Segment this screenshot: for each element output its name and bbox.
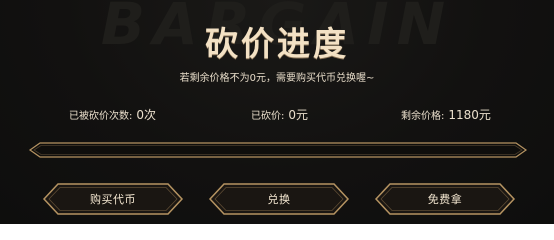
buy-tokens-label: 购买代币 xyxy=(90,193,136,206)
bargain-progress-bar xyxy=(28,140,528,160)
bargain-count-label: 已被砍价次数: xyxy=(69,111,133,122)
subtitle-notice: 若剩余价格不为0元，需要购买代币兑换喔~ xyxy=(179,73,375,84)
bargain-count-stat: 已被砍价次数: 0次 xyxy=(69,106,156,123)
bargain-count-value: 0次 xyxy=(136,108,157,122)
bargained-amount-label: 已砍价: xyxy=(251,111,285,122)
exchange-button[interactable]: 兑换 xyxy=(208,182,350,216)
bargain-progress-panel: BARGAIN 砍价进度 若剩余价格不为0元，需要购买代币兑换喔~ 已被砍价次数… xyxy=(0,0,554,224)
remaining-price-value: 1180元 xyxy=(448,108,491,122)
get-free-button[interactable]: 免费拿 xyxy=(374,182,516,216)
bargained-amount-stat: 已砍价: 0元 xyxy=(251,106,308,123)
remaining-price-stat: 剩余价格: 1180元 xyxy=(401,106,491,123)
bargained-amount-value: 0元 xyxy=(288,108,309,122)
buy-tokens-button[interactable]: 购买代币 xyxy=(42,182,184,216)
remaining-price-label: 剩余价格: xyxy=(401,111,445,122)
exchange-label: 兑换 xyxy=(267,193,291,206)
progress-bar-frame xyxy=(28,142,528,158)
page-title: 砍价进度 xyxy=(205,24,349,63)
get-free-label: 免费拿 xyxy=(427,193,463,206)
